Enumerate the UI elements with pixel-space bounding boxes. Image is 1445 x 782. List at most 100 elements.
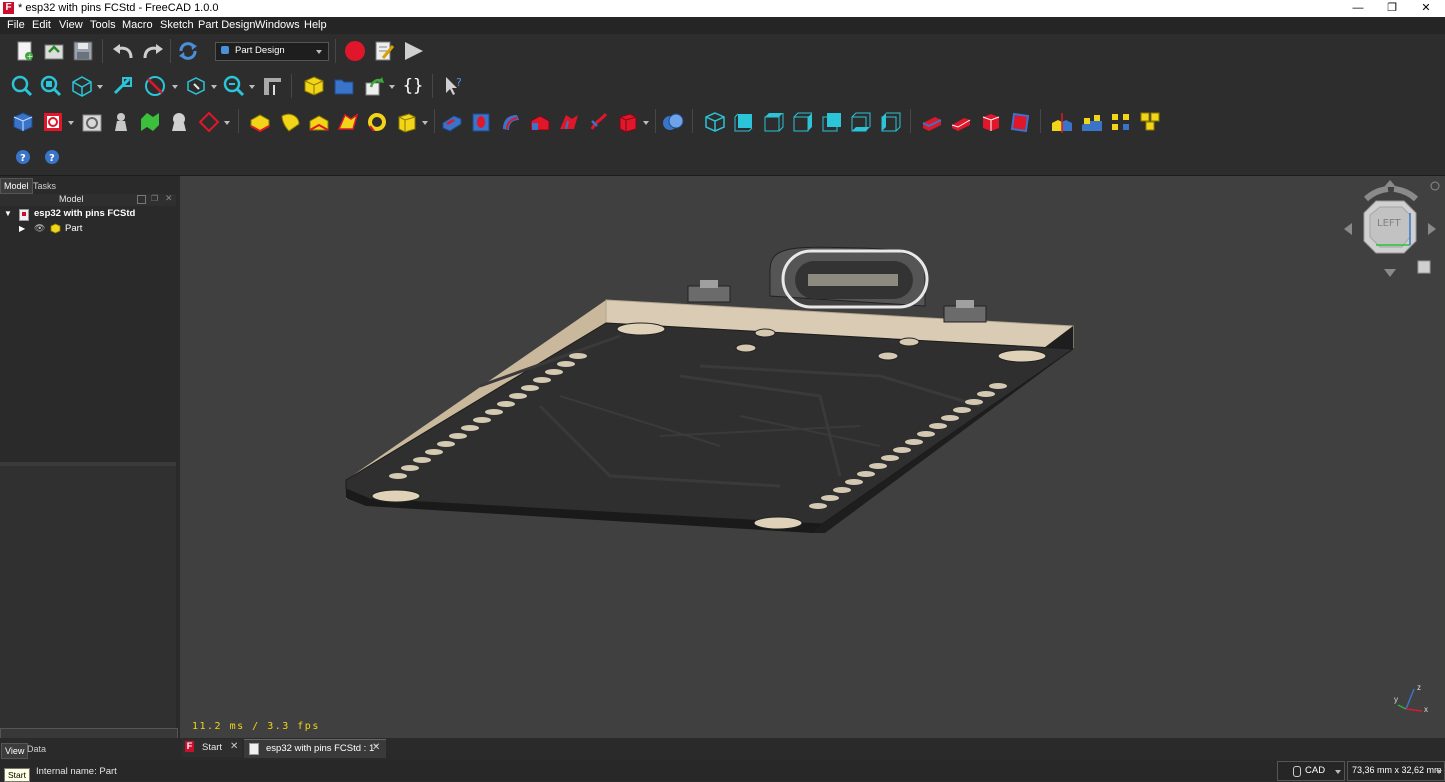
group-icon[interactable]	[333, 75, 355, 97]
subtractive-helix-icon[interactable]	[588, 111, 610, 133]
close-button[interactable]: ✕	[1409, 0, 1443, 17]
help-icon[interactable]: ?	[15, 149, 31, 165]
pad-icon[interactable]	[249, 111, 271, 133]
attach-icon[interactable]	[81, 111, 103, 133]
hole-icon[interactable]	[470, 111, 492, 133]
sub-shape-binder-icon[interactable]	[198, 111, 220, 133]
menu-file[interactable]: File	[7, 19, 25, 31]
redo-icon[interactable]	[141, 40, 165, 62]
chevron-down-icon[interactable]	[643, 121, 649, 125]
macro-record-icon[interactable]	[343, 40, 367, 62]
refresh-icon[interactable]	[177, 40, 199, 62]
chevron-down-icon[interactable]	[422, 121, 428, 125]
draft-icon[interactable]	[980, 111, 1002, 133]
restore-button[interactable]: ❐	[1375, 0, 1409, 17]
thickness-icon[interactable]	[1009, 111, 1031, 133]
close-icon[interactable]: ✕	[165, 193, 173, 204]
expand-arrow-icon[interactable]: ▼	[4, 209, 12, 218]
subtractive-primitive-icon[interactable]	[617, 111, 639, 133]
draw-style-icon[interactable]	[144, 75, 168, 97]
save-icon[interactable]	[72, 40, 94, 62]
helix-icon[interactable]	[366, 111, 388, 133]
view-right-icon[interactable]	[792, 111, 814, 133]
linear-pattern-icon[interactable]	[1080, 111, 1104, 133]
mirrored-icon[interactable]	[1050, 111, 1074, 133]
subtractive-loft-icon[interactable]	[529, 111, 551, 133]
view-isometric-icon[interactable]	[71, 75, 93, 97]
tab-data[interactable]: Data	[24, 742, 49, 756]
chamfer-icon[interactable]	[950, 111, 972, 133]
whats-this-icon[interactable]: ?	[443, 75, 465, 97]
shape-binder-icon[interactable]	[168, 111, 190, 133]
zoom-icon[interactable]	[223, 75, 245, 97]
menu-tools[interactable]: Tools	[90, 19, 116, 31]
measure-tool-icon[interactable]	[261, 75, 283, 97]
part-icon[interactable]	[303, 75, 325, 97]
chevron-down-icon[interactable]	[211, 85, 217, 89]
bounding-box-icon[interactable]	[185, 75, 207, 97]
tree-item-part[interactable]: ▶ 👁 Part	[0, 222, 176, 238]
collapse-arrow-icon[interactable]: ▶	[19, 224, 25, 233]
doc-tab-start[interactable]: F Start ✕	[182, 739, 242, 757]
menu-part-design[interactable]: Part Design	[198, 19, 255, 31]
sketch-icon[interactable]	[42, 111, 64, 133]
doc-tab-esp32[interactable]: esp32 with pins FCStd : 1* ✕	[244, 739, 386, 758]
menu-help[interactable]: Help	[304, 19, 327, 31]
braces-icon[interactable]: {}	[402, 75, 424, 97]
close-tab-icon[interactable]: ✕	[372, 742, 380, 753]
new-document-icon[interactable]: +	[14, 40, 36, 62]
tab-tasks[interactable]: Tasks	[30, 179, 59, 193]
view-bottom-icon[interactable]	[850, 111, 872, 133]
menu-view[interactable]: View	[59, 19, 83, 31]
view-iso-icon[interactable]	[704, 111, 726, 133]
loft-icon[interactable]	[308, 111, 330, 133]
fit-all-icon[interactable]	[11, 75, 33, 97]
macro-edit-icon[interactable]	[373, 40, 395, 62]
clone-icon[interactable]	[110, 111, 132, 133]
tab-model[interactable]: Model	[0, 178, 33, 194]
chevron-down-icon[interactable]	[389, 85, 395, 89]
multi-transform-icon[interactable]	[1139, 111, 1163, 133]
chevron-down-icon[interactable]	[172, 85, 178, 89]
pocket-icon[interactable]	[441, 111, 463, 133]
fillet-icon[interactable]	[921, 111, 943, 133]
view-left-icon[interactable]	[880, 111, 902, 133]
link-icon[interactable]	[363, 75, 385, 97]
pcb-model[interactable]	[345, 246, 1075, 533]
view-front-icon[interactable]	[733, 111, 755, 133]
undo-icon[interactable]	[111, 40, 135, 62]
dimension-indicator[interactable]: 73,36 mm x 32,62 mm	[1347, 761, 1445, 781]
body-icon[interactable]	[12, 111, 34, 133]
view-rear-icon[interactable]	[821, 111, 843, 133]
fit-selection-icon[interactable]	[40, 75, 62, 97]
visibility-eye-icon[interactable]: 👁	[34, 223, 45, 234]
close-tab-icon[interactable]: ✕	[230, 741, 238, 752]
groove-icon[interactable]	[500, 111, 522, 133]
navigation-cube[interactable]: LEFT	[1340, 179, 1440, 279]
workbench-selector[interactable]: Part Design	[215, 42, 329, 61]
chevron-down-icon[interactable]	[224, 121, 230, 125]
chevron-down-icon[interactable]	[68, 121, 74, 125]
boolean-icon[interactable]	[662, 111, 684, 133]
datum-icon[interactable]	[139, 111, 161, 133]
3d-viewport[interactable]: LEFT z y x 11.2 ms / 3.3 fps	[180, 176, 1445, 738]
pipe-icon[interactable]	[337, 111, 359, 133]
polar-pattern-icon[interactable]	[1109, 111, 1133, 133]
float-icon[interactable]	[137, 195, 146, 204]
chevron-down-icon[interactable]	[249, 85, 255, 89]
macro-run-icon[interactable]	[402, 40, 424, 62]
tree-item-document[interactable]: ▼ esp32 with pins FCStd	[0, 207, 176, 223]
menu-windows[interactable]: Windows	[255, 19, 300, 31]
minimize-button[interactable]: —	[1341, 0, 1375, 17]
open-document-icon[interactable]	[43, 40, 65, 62]
menu-edit[interactable]: Edit	[32, 19, 51, 31]
revolution-icon[interactable]	[279, 111, 301, 133]
chevron-down-icon[interactable]	[97, 85, 103, 89]
navigation-style-selector[interactable]: CAD	[1277, 761, 1345, 781]
additive-primitive-icon[interactable]	[396, 111, 418, 133]
menu-sketch[interactable]: Sketch	[160, 19, 194, 31]
whats-this-small-icon[interactable]: ?	[44, 149, 60, 165]
subtractive-pipe-icon[interactable]	[558, 111, 580, 133]
maximize-icon[interactable]: ❐	[151, 194, 158, 203]
view-top-icon[interactable]	[763, 111, 785, 133]
